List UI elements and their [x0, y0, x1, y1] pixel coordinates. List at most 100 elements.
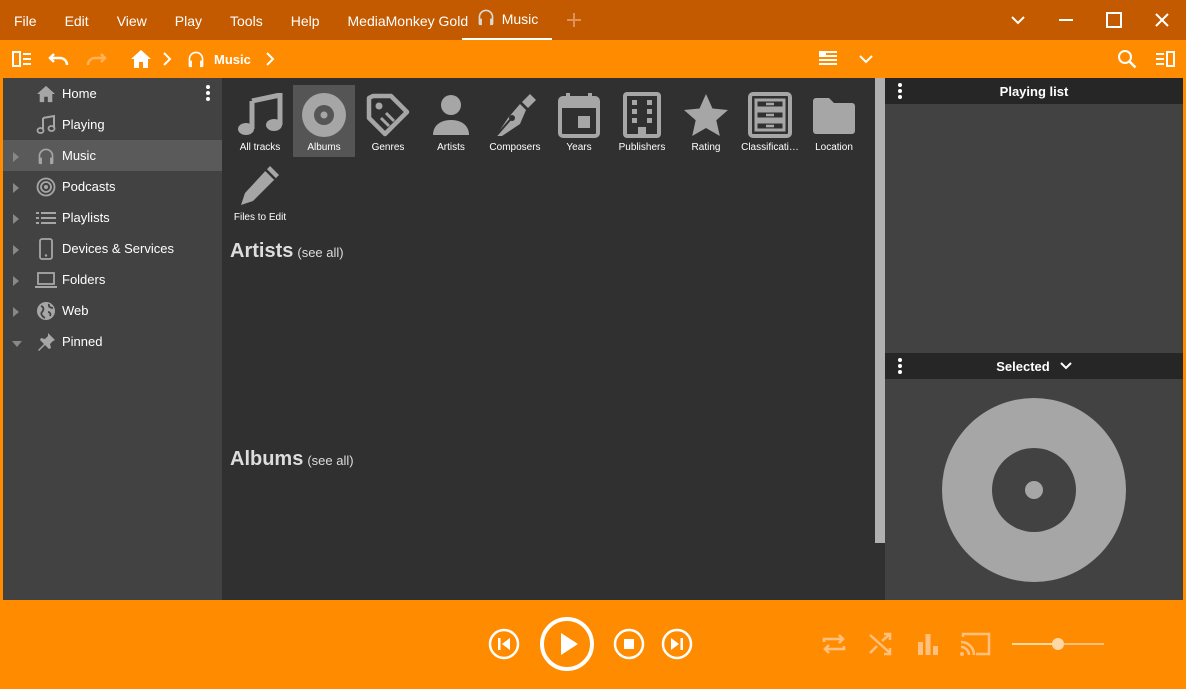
category-label: Genres — [371, 142, 405, 153]
menu-file[interactable]: File — [0, 0, 51, 40]
dropdown-button[interactable] — [994, 0, 1042, 40]
menu-view[interactable]: View — [103, 0, 161, 40]
category-artists[interactable]: Artists — [420, 85, 482, 157]
sidebar-item-label: Playing — [62, 117, 105, 132]
toggle-sidebar-button[interactable] — [10, 48, 34, 70]
minimize-icon — [1059, 19, 1073, 21]
menu-mediamonkey-gold[interactable]: MediaMonkey Gold — [334, 0, 483, 40]
albums-section-header: Albums (see all) — [230, 448, 354, 471]
breadcrumb[interactable]: Music — [186, 48, 251, 70]
sidebar-item-web[interactable]: Web — [3, 295, 222, 326]
stop-icon — [613, 628, 645, 660]
sidebar-item-label: Playlists — [62, 210, 110, 225]
sidebar-item-label: Music — [62, 148, 96, 163]
chevron-down-icon — [859, 55, 873, 64]
shuffle-button[interactable] — [867, 630, 895, 658]
category-albums[interactable]: Albums — [293, 85, 355, 157]
chevron-right-icon — [266, 52, 275, 66]
equalizer-button[interactable] — [914, 630, 942, 658]
expand-arrow-icon[interactable] — [12, 150, 20, 162]
minimize-button[interactable] — [1042, 0, 1090, 40]
menu-play[interactable]: Play — [161, 0, 216, 40]
skip-next-icon — [661, 628, 693, 660]
forward-button[interactable] — [84, 48, 108, 70]
maximize-button[interactable] — [1090, 0, 1138, 40]
menu-help[interactable]: Help — [277, 0, 334, 40]
home-icon — [131, 50, 151, 68]
category-all-tracks[interactable]: All tracks — [229, 85, 291, 157]
next-button[interactable] — [661, 628, 693, 660]
toggle-right-pane-button[interactable] — [1153, 48, 1177, 70]
sidebar-item-podcasts[interactable]: Podcasts — [3, 171, 222, 202]
search-button[interactable] — [1115, 48, 1139, 70]
category-years[interactable]: Years — [548, 85, 610, 157]
category-rating[interactable]: Rating — [675, 85, 737, 157]
view-options-button[interactable] — [854, 48, 878, 70]
play-button[interactable] — [539, 616, 595, 672]
category-publishers[interactable]: Publishers — [611, 85, 673, 157]
home-button[interactable] — [129, 48, 153, 70]
sidebar: Home Playing Music Podcasts Playlists De… — [3, 78, 222, 600]
main-scrollbar[interactable] — [875, 78, 885, 543]
expand-arrow-icon[interactable] — [12, 181, 20, 193]
view-mode-button[interactable] — [816, 48, 840, 70]
tab-music[interactable]: Music — [462, 0, 552, 40]
expand-arrow-icon[interactable] — [12, 274, 20, 286]
repeat-button[interactable] — [820, 630, 848, 658]
category-composers[interactable]: Composers — [484, 85, 546, 157]
back-button[interactable] — [47, 48, 71, 70]
category-location[interactable]: Location — [803, 85, 865, 157]
category-label: Composers — [489, 142, 541, 153]
add-tab-button[interactable] — [563, 8, 585, 32]
volume-knob[interactable] — [1052, 638, 1064, 650]
previous-button[interactable] — [488, 628, 520, 660]
close-button[interactable] — [1138, 0, 1186, 40]
sidebar-item-folders[interactable]: Folders — [3, 264, 222, 295]
play-icon — [540, 617, 594, 671]
tag-icon — [363, 91, 413, 139]
expand-arrow-icon[interactable] — [12, 305, 20, 317]
calendar-icon — [554, 91, 604, 139]
albums-see-all-link[interactable]: (see all) — [307, 453, 353, 468]
toolbar: Music — [0, 40, 1186, 78]
menu-tools[interactable]: Tools — [216, 0, 277, 40]
cast-button[interactable] — [958, 630, 992, 658]
playing-list-title: Playing list — [999, 83, 1069, 99]
menu-edit[interactable]: Edit — [51, 0, 103, 40]
more-vertical-icon[interactable] — [897, 82, 903, 100]
artists-section-header: Artists (see all) — [230, 240, 344, 263]
category-label: Files to Edit — [233, 212, 287, 223]
folder-icon — [809, 91, 859, 139]
chevron-down-icon[interactable] — [1060, 362, 1072, 370]
pin-icon — [35, 331, 57, 353]
sidebar-item-home[interactable]: Home — [3, 78, 222, 109]
stop-button[interactable] — [613, 628, 645, 660]
volume-slider[interactable] — [1012, 636, 1104, 652]
cabinet-icon — [745, 91, 795, 139]
sidebar-item-label: Podcasts — [62, 179, 116, 194]
category-classification[interactable]: Classificati… — [739, 85, 801, 157]
sidebar-item-music[interactable]: Music — [3, 140, 222, 171]
sidebar-item-playing[interactable]: Playing — [3, 109, 222, 140]
search-icon — [1118, 50, 1137, 69]
breadcrumb-next[interactable] — [262, 48, 278, 70]
category-label: Location — [815, 142, 853, 153]
music-note-icon — [235, 91, 285, 139]
artists-see-all-link[interactable]: (see all) — [297, 245, 343, 260]
album-art-placeholder — [942, 398, 1126, 582]
selected-header[interactable]: Selected — [885, 353, 1183, 379]
more-vertical-icon[interactable] — [897, 357, 903, 375]
expand-arrow-icon[interactable] — [12, 243, 20, 255]
pen-nib-icon — [490, 91, 540, 139]
category-genres[interactable]: Genres — [357, 85, 419, 157]
sidebar-item-playlists[interactable]: Playlists — [3, 202, 222, 233]
headphones-icon — [35, 145, 57, 167]
sidebar-item-pinned[interactable]: Pinned — [3, 326, 222, 357]
sidebar-toggle-icon — [12, 51, 31, 67]
collapse-arrow-icon[interactable] — [12, 336, 22, 347]
category-label: Classificati… — [741, 142, 799, 153]
category-files-to-edit[interactable]: Files to Edit — [229, 155, 291, 227]
expand-arrow-icon[interactable] — [12, 212, 20, 224]
equalizer-icon — [918, 634, 938, 655]
sidebar-item-devices[interactable]: Devices & Services — [3, 233, 222, 264]
